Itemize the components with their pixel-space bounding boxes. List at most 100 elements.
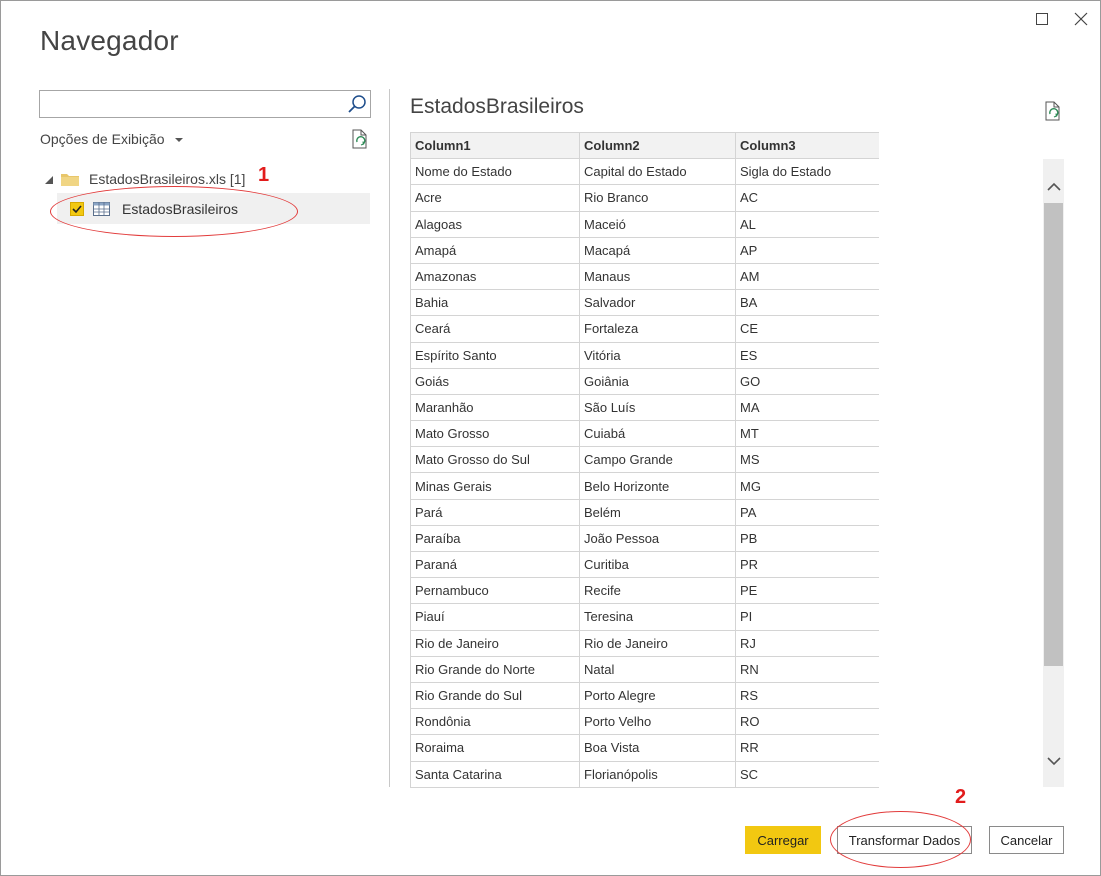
table-cell: Curitiba — [579, 550, 736, 579]
search-box[interactable] — [39, 90, 371, 118]
table-cell: Santa Catarina — [410, 760, 580, 788]
table-cell: MA — [735, 393, 879, 422]
tree-file-node[interactable]: EstadosBrasileiros.xls [1] — [45, 169, 245, 189]
table-cell: Porto Velho — [579, 708, 736, 736]
table-cell: PR — [735, 550, 879, 579]
column-header[interactable]: Column3 — [735, 132, 879, 160]
table-row: Bahia Salvador BA — [410, 289, 879, 317]
table-cell: Porto Alegre — [579, 681, 736, 710]
checkmark-icon — [72, 204, 82, 213]
table-cell: AC — [735, 184, 879, 212]
table-cell: Pernambuco — [410, 577, 580, 605]
table-row: Alagoas Maceió AL — [410, 210, 879, 238]
table-row: Paraíba João Pessoa PB — [410, 524, 879, 553]
table-cell: Acre — [410, 184, 580, 212]
view-options-dropdown[interactable]: Opções de Exibição — [40, 131, 183, 147]
table-row: Rondônia Porto Velho RO — [410, 708, 879, 736]
table-cell: RO — [735, 708, 879, 736]
table-cell: PE — [735, 577, 879, 605]
table-cell: RR — [735, 734, 879, 762]
refresh-icon[interactable] — [1043, 101, 1063, 121]
table-cell: Florianópolis — [579, 760, 736, 788]
table-cell: RS — [735, 681, 879, 710]
transform-data-button[interactable]: Transformar Dados — [837, 826, 972, 854]
search-input[interactable] — [40, 91, 340, 117]
table-cell: Nome do Estado — [410, 158, 580, 186]
table-row: Goiás Goiânia GO — [410, 367, 879, 395]
folder-icon — [61, 174, 79, 186]
table-cell: Amapá — [410, 236, 580, 264]
cancel-button[interactable]: Cancelar — [989, 826, 1064, 854]
table-cell: Ceará — [410, 315, 580, 343]
dialog-title: Navegador — [40, 25, 179, 56]
table-row: Mato Grosso do Sul Campo Grande MS — [410, 446, 879, 474]
table-cell: PI — [735, 603, 879, 631]
table-cell: Capital do Estado — [579, 158, 736, 186]
table-cell: Alagoas — [410, 210, 580, 238]
table-row: Espírito Santo Vitória ES — [410, 341, 879, 369]
scrollbar-thumb[interactable] — [1044, 203, 1063, 666]
table-row: Mato Grosso Cuiabá MT — [410, 420, 879, 448]
table-row: Amapá Macapá AP — [410, 236, 879, 264]
table-cell: Macapá — [579, 236, 736, 264]
table-cell: BA — [735, 289, 879, 317]
table-cell: Pará — [410, 498, 580, 526]
table-row: Amazonas Manaus AM — [410, 262, 879, 291]
table-cell: Rondônia — [410, 708, 580, 736]
table-cell: Maranhão — [410, 393, 580, 422]
table-cell: Goiânia — [579, 367, 736, 395]
table-cell: RN — [735, 655, 879, 683]
table-cell: Rio de Janeiro — [410, 629, 580, 657]
table-cell: Espírito Santo — [410, 341, 580, 369]
tree-item-label: EstadosBrasileiros — [122, 200, 238, 217]
search-icon[interactable] — [347, 94, 367, 114]
table-cell: Piauí — [410, 603, 580, 631]
table-cell: Campo Grande — [579, 446, 736, 474]
table-cell: Paraíba — [410, 524, 580, 553]
panel-divider — [389, 89, 390, 787]
data-preview-grid[interactable]: Column1 Column2 Column3 Nome do Estado Ca… — [410, 132, 879, 788]
table-cell: Vitória — [579, 341, 736, 369]
table-cell: Mato Grosso — [410, 420, 580, 448]
refresh-icon[interactable] — [350, 129, 370, 149]
table-cell: Sigla do Estado — [735, 158, 879, 186]
table-row: Roraima Boa Vista RR — [410, 734, 879, 762]
table-cell: SC — [735, 760, 879, 788]
table-row: Rio Grande do Sul Porto Alegre RS — [410, 681, 879, 710]
chevron-down-icon[interactable] — [1043, 751, 1064, 771]
collapse-toggle-icon[interactable] — [45, 176, 53, 184]
table-cell: Belo Horizonte — [579, 472, 736, 500]
table-row: Pará Belém PA — [410, 498, 879, 526]
table-cell: São Luís — [579, 393, 736, 422]
table-cell: Belém — [579, 498, 736, 526]
view-options-label: Opções de Exibição — [40, 131, 165, 147]
column-header[interactable]: Column1 — [410, 132, 580, 160]
maximize-icon[interactable] — [1030, 7, 1054, 31]
table-cell: Salvador — [579, 289, 736, 317]
annotation-marker-2: 2 — [955, 786, 967, 808]
table-row: Santa Catarina Florianópolis SC — [410, 760, 879, 788]
table-cell: Recife — [579, 577, 736, 605]
table-cell: Teresina — [579, 603, 736, 631]
column-header[interactable]: Column2 — [579, 132, 736, 160]
close-icon[interactable] — [1069, 7, 1093, 31]
table-cell: PB — [735, 524, 879, 553]
tree-item-estados-brasileiros[interactable]: EstadosBrasileiros — [57, 193, 370, 224]
chevron-up-icon[interactable] — [1043, 177, 1064, 197]
table-row: Rio Grande do Norte Natal RN — [410, 655, 879, 683]
table-cell: Mato Grosso do Sul — [410, 446, 580, 474]
table-row: Rio de Janeiro Rio de Janeiro RJ — [410, 629, 879, 657]
table-cell: MT — [735, 420, 879, 448]
table-cell: Minas Gerais — [410, 472, 580, 500]
preview-table: Column1 Column2 Column3 Nome do Estado Ca… — [410, 132, 879, 788]
load-button[interactable]: Carregar — [745, 826, 821, 854]
table-row: Piauí Teresina PI — [410, 603, 879, 631]
vertical-scrollbar[interactable] — [1043, 159, 1064, 787]
table-cell: Paraná — [410, 550, 580, 579]
item-checkbox[interactable] — [70, 201, 84, 216]
table-cell: Goiás — [410, 367, 580, 395]
table-cell: Natal — [579, 655, 736, 683]
table-row: Minas Gerais Belo Horizonte MG — [410, 472, 879, 500]
table-cell: AL — [735, 210, 879, 238]
table-cell: Rio Grande do Norte — [410, 655, 580, 683]
